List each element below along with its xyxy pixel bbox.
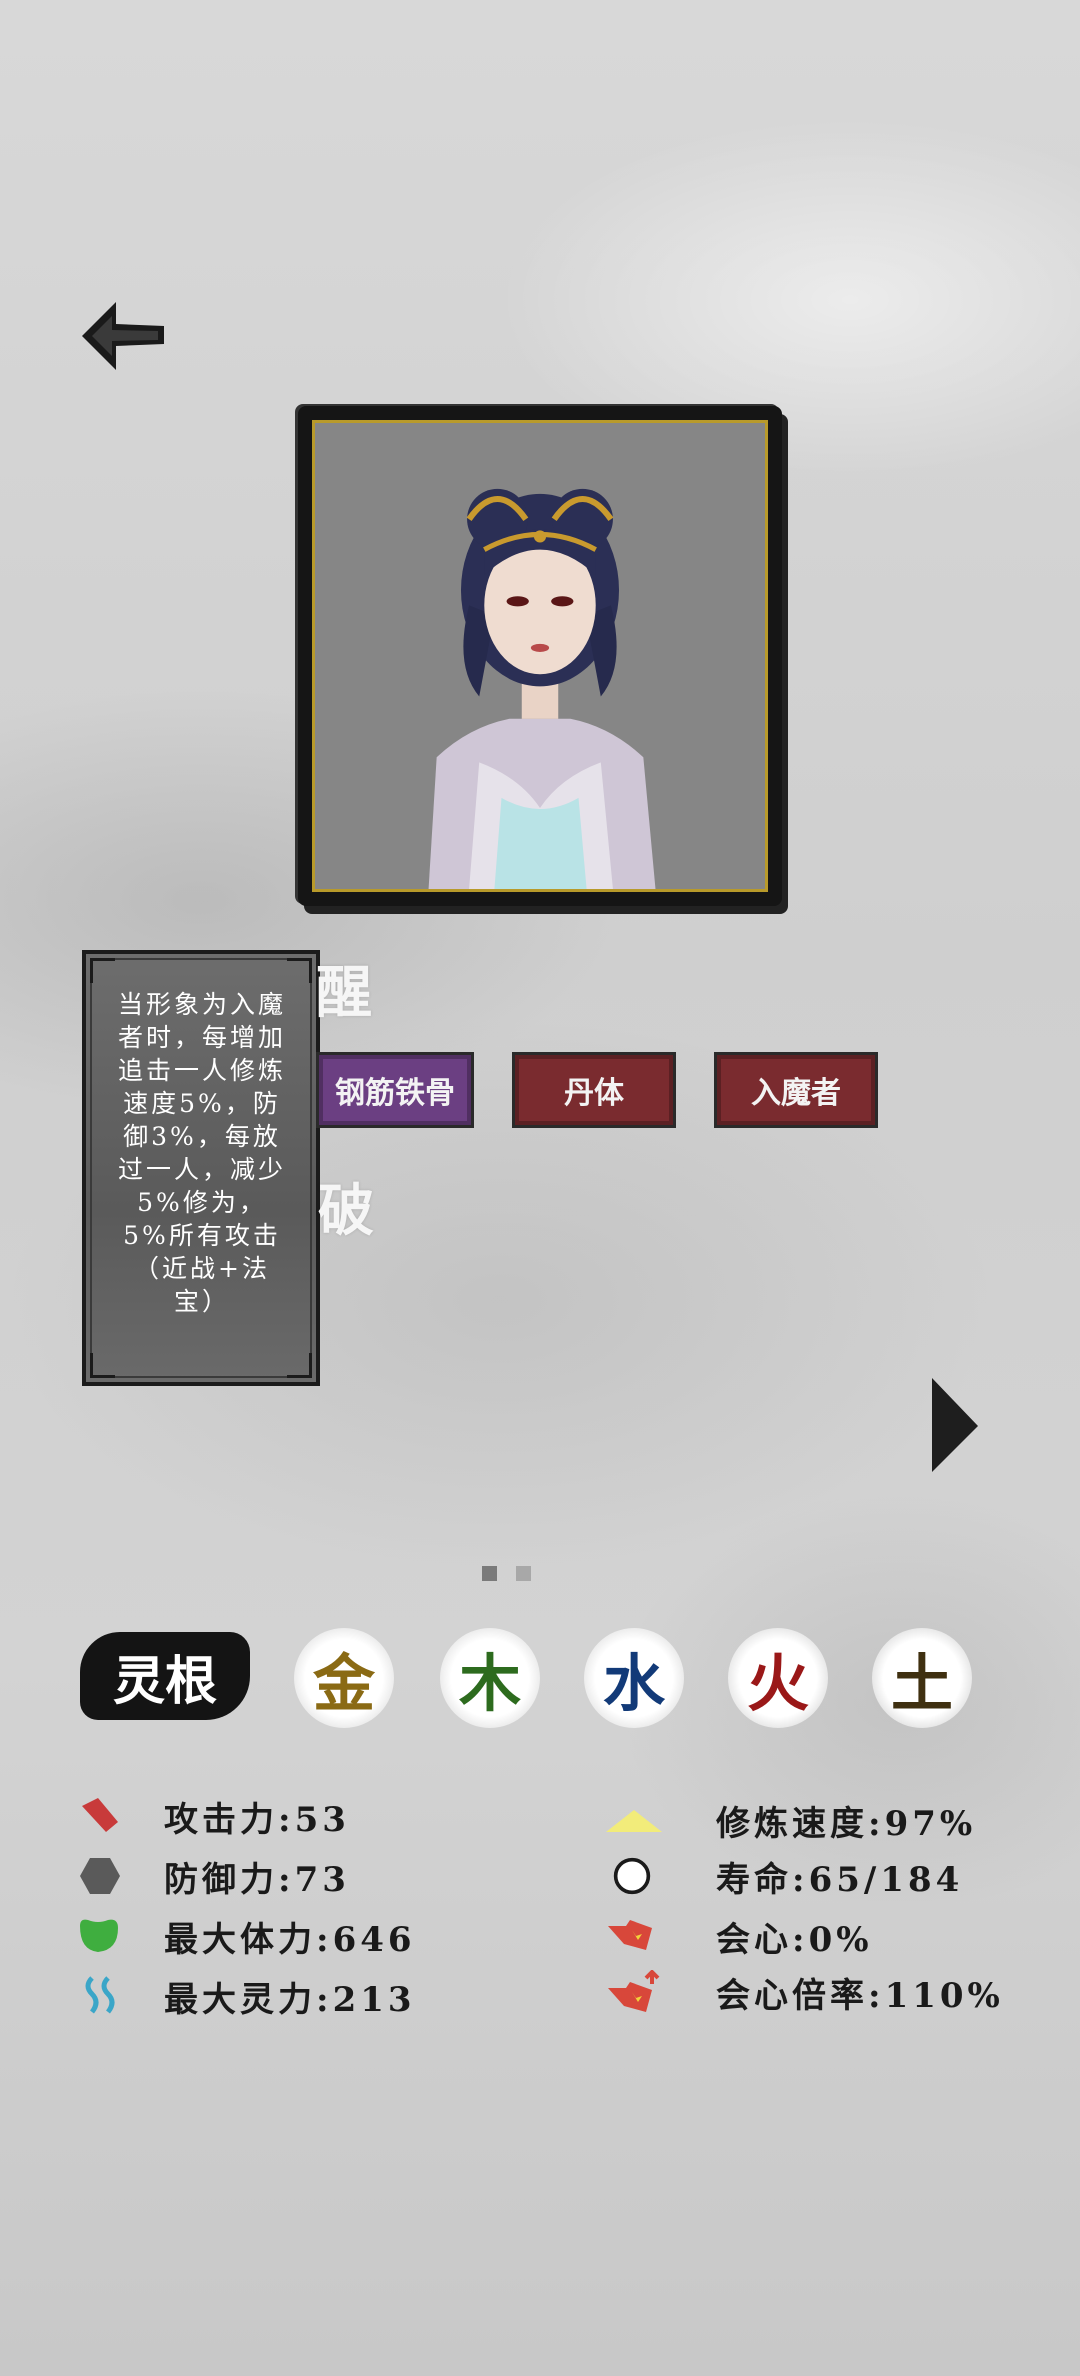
stat-label: 最大灵力	[164, 1980, 316, 2020]
frame-corner	[90, 1353, 115, 1378]
stat-value: 97%	[884, 1804, 977, 1844]
element-char: 金	[312, 1647, 375, 1720]
portrait-panel	[312, 420, 768, 892]
stat-max-spirit: 最大灵力:213	[164, 1980, 416, 2020]
stat-value: 73	[294, 1860, 350, 1900]
stat-attack: 攻击力:53	[164, 1800, 350, 1840]
defense-icon	[80, 1858, 120, 1894]
character-portrait	[428, 488, 656, 889]
stat-label: 寿命	[716, 1860, 792, 1900]
frame-corner	[287, 958, 312, 983]
trait-button-demon[interactable]: 入魔者	[714, 1052, 878, 1128]
stat-value: 65/184	[808, 1860, 964, 1900]
element-water: 水	[584, 1628, 684, 1728]
critical-icon	[608, 1920, 652, 1950]
stat-value: 213	[332, 1980, 416, 2020]
stat-defense: 防御力:73	[164, 1860, 350, 1900]
element-char: 水	[602, 1647, 665, 1720]
awaken-label: 醒	[316, 960, 372, 1026]
breakthrough-label: 破	[318, 1178, 374, 1244]
stat-critical-multiplier: 会心倍率:110%	[716, 1976, 1004, 2016]
back-arrow-button[interactable]	[78, 296, 168, 376]
health-icon	[80, 1919, 118, 1952]
element-char: 木	[458, 1647, 521, 1720]
stat-label: 防御力	[164, 1860, 278, 1900]
stat-label: 会心	[716, 1920, 792, 1960]
element-earth: 土	[872, 1628, 972, 1728]
stat-value: 53	[294, 1800, 350, 1840]
page-indicator-dot	[516, 1566, 531, 1581]
cultivation-speed-icon	[606, 1810, 662, 1832]
stat-value: 110%	[884, 1976, 1004, 2016]
stat-value: 646	[332, 1920, 416, 1960]
stat-max-health: 最大体力:646	[164, 1920, 416, 1960]
stat-value: 0%	[808, 1920, 873, 1960]
element-fire: 火	[728, 1628, 828, 1728]
stat-label: 攻击力	[164, 1800, 278, 1840]
stat-critical: 会心:0%	[716, 1920, 873, 1960]
element-metal: 金	[294, 1628, 394, 1728]
tooltip-description: 当形象为入魔者时，每增加追击一人修炼速度5%，防御3%，每放过一人，减少5%修为…	[117, 990, 286, 1316]
stat-label: 修炼速度	[716, 1804, 868, 1844]
spirit-root-label: 灵根	[80, 1632, 250, 1720]
stat-cultivation-speed: 修炼速度:97%	[716, 1804, 977, 1844]
attack-icon	[82, 1798, 118, 1832]
stat-label: 最大体力	[164, 1920, 316, 1960]
trait-button-dan-body[interactable]: 丹体	[512, 1052, 676, 1128]
frame-corner	[90, 958, 115, 983]
next-arrow-button[interactable]	[930, 1376, 980, 1474]
stat-lifespan: 寿命:65/184	[716, 1860, 964, 1900]
element-char: 火	[746, 1647, 809, 1720]
element-wood: 木	[440, 1628, 540, 1728]
portrait-frame	[298, 406, 782, 906]
lifespan-icon	[613, 1857, 651, 1895]
trait-tooltip: 当形象为入魔者时，每增加追击一人修炼速度5%，防御3%，每放过一人，减少5%修为…	[82, 950, 320, 1386]
spirit-icon	[85, 1976, 115, 2014]
stat-label: 会心倍率	[716, 1976, 868, 2016]
critical-multiplier-icon	[608, 1970, 660, 2012]
page-indicator-dot	[482, 1566, 497, 1581]
element-char: 土	[890, 1647, 953, 1720]
frame-corner	[287, 1353, 312, 1378]
trait-button-iron-bones[interactable]: 钢筋铁骨	[316, 1052, 474, 1128]
